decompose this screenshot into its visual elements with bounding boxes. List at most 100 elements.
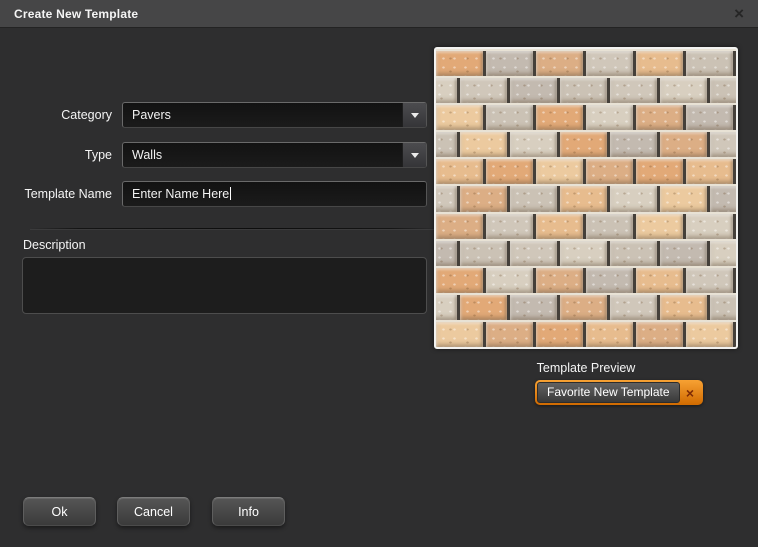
brick (486, 105, 536, 131)
brick (610, 294, 660, 320)
category-value: Pavers (132, 108, 171, 122)
category-label: Category (61, 108, 112, 122)
close-icon[interactable]: × (731, 0, 747, 28)
brick-row (436, 132, 736, 158)
favorite-new-template-button[interactable]: Favorite New Template × (535, 380, 703, 405)
brick (660, 78, 710, 104)
brick (586, 159, 636, 185)
ok-button[interactable]: Ok (23, 497, 96, 526)
brick (586, 51, 636, 77)
info-button[interactable]: Info (212, 497, 285, 526)
brick-row (436, 51, 736, 77)
brick (486, 51, 536, 77)
brick (436, 51, 486, 77)
brick (586, 105, 636, 131)
brick (460, 294, 510, 320)
brick (436, 294, 460, 320)
brick (560, 186, 610, 212)
brick (436, 240, 460, 266)
remove-favorite-icon[interactable]: × (680, 382, 701, 403)
section-divider (30, 228, 438, 229)
brick (636, 159, 686, 185)
template-name-input[interactable]: Enter Name Here (122, 181, 427, 207)
brick (536, 267, 586, 293)
template-name-label: Template Name (24, 187, 112, 201)
brick (686, 213, 736, 239)
brick (510, 240, 560, 266)
chevron-down-icon (410, 112, 419, 118)
brick-row (436, 294, 736, 320)
brick (510, 294, 560, 320)
brick (486, 213, 536, 239)
brick (686, 267, 736, 293)
brick (636, 213, 686, 239)
brick (710, 132, 736, 158)
brick (460, 186, 510, 212)
brick (560, 78, 610, 104)
cancel-button[interactable]: Cancel (117, 497, 190, 526)
brick (510, 78, 560, 104)
brick (436, 186, 460, 212)
brick (436, 267, 486, 293)
brick (536, 321, 586, 347)
brick (636, 105, 686, 131)
brick (436, 132, 460, 158)
brick (610, 186, 660, 212)
brick (436, 78, 460, 104)
brick (710, 240, 736, 266)
brick (510, 132, 560, 158)
brick (560, 132, 610, 158)
brick (636, 51, 686, 77)
brick (586, 267, 636, 293)
brick (486, 267, 536, 293)
brick (536, 213, 586, 239)
brick-row (436, 213, 736, 239)
brick (436, 159, 486, 185)
title-bar: Create New Template × (0, 0, 758, 28)
brick (660, 132, 710, 158)
brick (460, 240, 510, 266)
brick-row (436, 105, 736, 131)
brick (536, 105, 586, 131)
brick (710, 186, 736, 212)
brick (610, 132, 660, 158)
brick (436, 321, 486, 347)
type-label: Type (84, 148, 112, 162)
brick (686, 159, 736, 185)
brick-row (436, 267, 736, 293)
texture-bricks (436, 49, 736, 347)
description-label: Description (23, 238, 86, 252)
chevron-down-icon (410, 152, 419, 158)
brick (586, 321, 636, 347)
brick (610, 78, 660, 104)
brick-row (436, 186, 736, 212)
brick (710, 294, 736, 320)
brick (486, 321, 536, 347)
type-dropdown-button[interactable] (402, 143, 426, 167)
brick (660, 186, 710, 212)
brick (560, 294, 610, 320)
brick (586, 213, 636, 239)
description-textarea[interactable] (22, 257, 427, 314)
brick (610, 240, 660, 266)
brick (536, 159, 586, 185)
type-dropdown[interactable]: Walls (122, 142, 427, 168)
favorite-button-label: Favorite New Template (537, 382, 680, 403)
brick (686, 321, 736, 347)
brick (710, 78, 736, 104)
category-dropdown-button[interactable] (402, 103, 426, 127)
brick (636, 267, 686, 293)
category-dropdown[interactable]: Pavers (122, 102, 427, 128)
dialog-title: Create New Template (14, 7, 139, 21)
brick-row (436, 321, 736, 347)
brick (486, 159, 536, 185)
brick (636, 321, 686, 347)
brick (560, 240, 610, 266)
template-preview-label: Template Preview (536, 361, 636, 375)
brick (660, 240, 710, 266)
brick (460, 132, 510, 158)
brick (436, 213, 486, 239)
brick (510, 186, 560, 212)
brick-row (436, 240, 736, 266)
brick (660, 294, 710, 320)
